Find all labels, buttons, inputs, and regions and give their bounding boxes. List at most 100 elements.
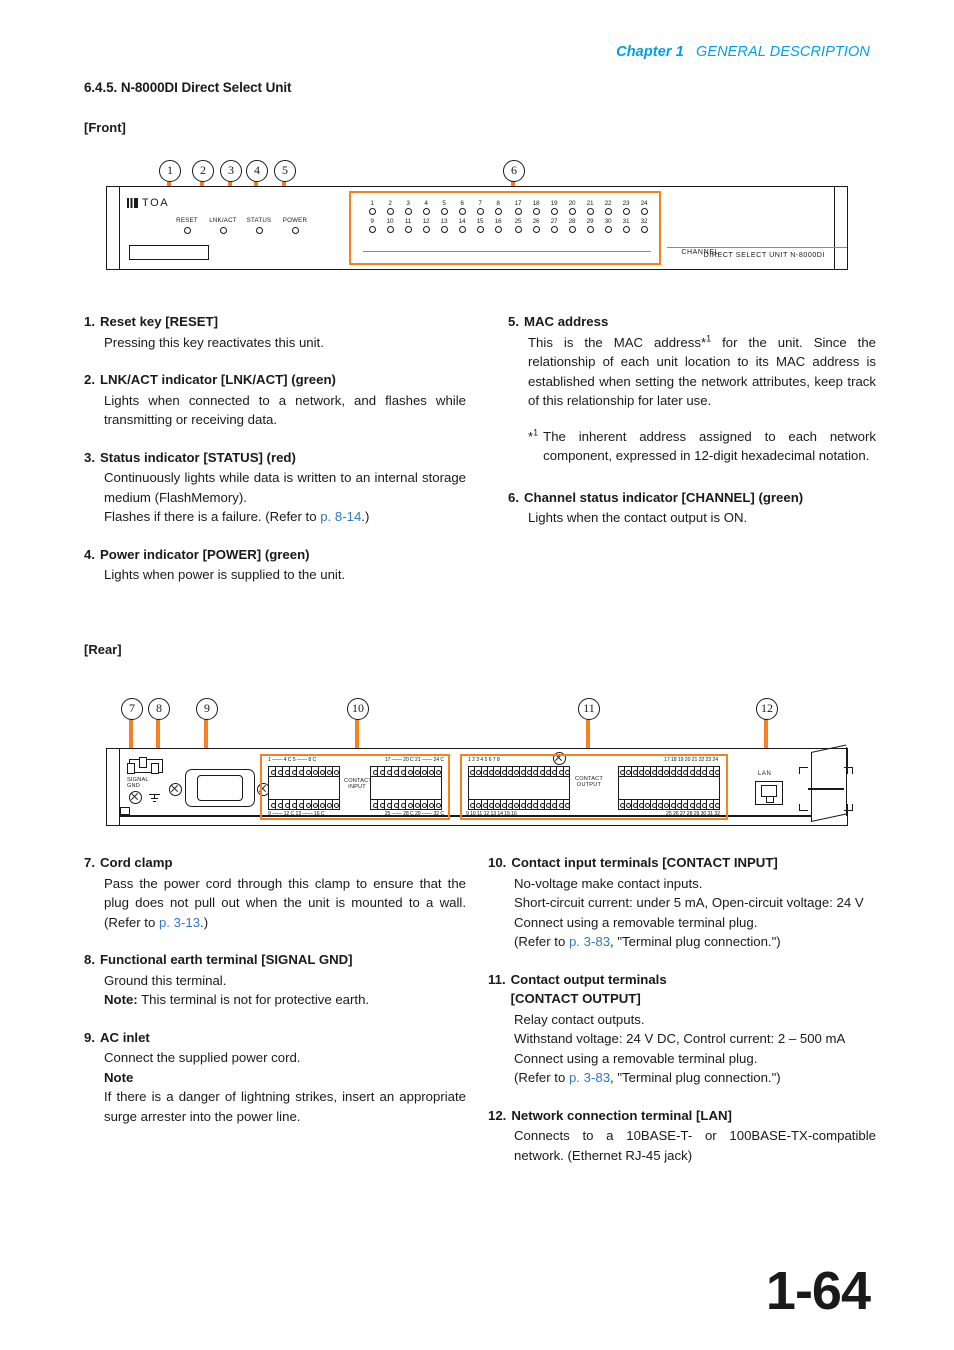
lan-rj45-jack[interactable]	[755, 781, 783, 805]
channel-led-25-label: 25	[514, 218, 522, 225]
item-3-number: 3.	[84, 449, 95, 465]
contact-input-terminal-block-1[interactable]	[268, 766, 340, 810]
callout-6: 6	[503, 160, 525, 182]
power-label: POWER	[282, 217, 308, 224]
rear-view-label: [Rear]	[84, 642, 122, 657]
lnkact-indicator: LNK/ACT	[205, 217, 241, 234]
mac-address-plate	[129, 245, 209, 260]
channel-led-row-2: 9 10 11 12 13 14 15 16	[363, 218, 507, 233]
item-11-title-line-1: Contact output terminals	[510, 971, 667, 987]
channel-led-20-label: 20	[568, 200, 576, 207]
contact-output-terminal-block-1[interactable]	[468, 766, 571, 810]
page-link-8-14[interactable]: p. 8-14	[320, 509, 361, 524]
item-3-body-line-2-post: .)	[361, 509, 370, 524]
channel-led-18-icon	[532, 208, 540, 215]
contact-output-terminal-block-2[interactable]	[618, 766, 721, 810]
channel-led-8: 8	[489, 200, 507, 215]
terminal-row-top	[469, 767, 571, 777]
channel-leds-1-16: 1 2 3 4 5 6 7 8 9 10 11 12 13 14 15 16	[363, 200, 507, 236]
callout-8: 8	[148, 698, 170, 720]
channel-led-26-label: 26	[532, 218, 540, 225]
item-3: 3. Status indicator [STATUS] (red) Conti…	[84, 448, 466, 527]
channel-led-7-icon	[476, 208, 484, 215]
contact-input-label: CONTACT INPUT	[344, 778, 373, 790]
front-description-left-column: 1. Reset key [RESET] Pressing this key r…	[84, 312, 466, 585]
item-9-body: Connect the supplied power cord. Note If…	[84, 1048, 466, 1126]
channel-led-31: 31	[617, 218, 635, 233]
channel-led-14-icon	[458, 226, 466, 233]
channel-led-16-icon	[494, 226, 502, 233]
panel-left-edge	[119, 187, 121, 269]
item-2-title: 2. LNK/ACT indicator [LNK/ACT] (green)	[84, 370, 466, 390]
lnkact-led-icon	[219, 227, 227, 234]
channel-led-25-icon	[514, 226, 522, 233]
channel-led-12-label: 12	[422, 218, 430, 225]
item-8-note-text: This terminal is not for protective eart…	[137, 992, 370, 1007]
channel-led-5-label: 5	[442, 200, 446, 207]
item-9-title-text: AC inlet	[100, 1029, 150, 1045]
channel-led-16: 16	[489, 218, 507, 233]
item-8-body-line-1: Ground this terminal.	[104, 972, 227, 988]
channel-led-14-label: 14	[458, 218, 466, 225]
channel-led-13-icon	[440, 226, 448, 233]
item-10-body-line-4-post: , "Terminal plug connection.")	[610, 934, 781, 949]
footnote-number: 1	[533, 427, 539, 438]
channel-led-28: 28	[563, 218, 581, 233]
page-link-3-83-input[interactable]: p. 3-83	[569, 934, 610, 949]
item-9-number: 9.	[84, 1029, 95, 1045]
channel-led-21-icon	[586, 208, 594, 215]
item-5-number: 5.	[508, 314, 519, 329]
channel-led-4-icon	[422, 208, 430, 215]
item-7-body-line: Pass the power cord through this clamp t…	[104, 874, 466, 933]
ac-inlet[interactable]	[185, 769, 255, 807]
item-12-number: 12.	[488, 1107, 507, 1123]
channel-led-6-label: 6	[460, 200, 464, 207]
channel-led-26: 26	[527, 218, 545, 233]
item-7: 7. Cord clamp Pass the power cord throug…	[84, 853, 466, 932]
page-link-3-83-output[interactable]: p. 3-83	[569, 1070, 610, 1085]
channel-led-9: 9	[363, 218, 381, 233]
channel-led-9-icon	[368, 226, 376, 233]
item-7-title-text: Cord clamp	[100, 855, 173, 870]
item-3-body: Continuously lights while data is writte…	[84, 468, 466, 527]
ac-pin-1-icon	[127, 763, 135, 774]
channel-led-19: 19	[545, 200, 563, 215]
contact-output-caption-top-right: 17 18 19 20 21 22 23 24	[664, 757, 718, 763]
chapter-header: Chapter 1 GENERAL DESCRIPTION	[616, 44, 870, 60]
channel-led-16-label: 16	[494, 218, 502, 225]
channel-indicator-field: 1 2 3 4 5 6 7 8 9 10 11 12 13 14 15 16 1…	[349, 191, 718, 265]
chapter-title: GENERAL DESCRIPTION	[695, 44, 870, 60]
contact-input-terminal-block-2[interactable]	[370, 766, 442, 810]
item-1-title: 1. Reset key [RESET]	[84, 312, 466, 332]
page-number: 1-64	[765, 1261, 871, 1321]
item-5-footnote-mark: *1	[528, 427, 538, 466]
channel-led-29-label: 29	[586, 218, 594, 225]
channel-led-12-icon	[422, 226, 430, 233]
channel-led-13-label: 13	[440, 218, 448, 225]
channel-led-32-icon	[640, 226, 648, 233]
channel-led-14: 14	[453, 218, 471, 233]
item-11-body-line-4: (Refer to p. 3-83, "Terminal plug connec…	[514, 1068, 876, 1088]
channel-led-2-label: 2	[388, 200, 392, 207]
item-5-body: This is the MAC address*1 for the unit. …	[508, 333, 876, 411]
channel-led-3-label: 3	[406, 200, 410, 207]
front-panel-body: TOA RESET LNK/ACT STATUS POWER 1 2 3 4 5…	[106, 186, 848, 270]
channel-led-26-icon	[532, 226, 540, 233]
channel-led-10-icon	[386, 226, 394, 233]
item-6: 6. Channel status indicator [CHANNEL] (g…	[508, 488, 876, 528]
page-link-3-13[interactable]: p. 3-13	[159, 915, 200, 930]
channel-led-31-label: 31	[622, 218, 630, 225]
channel-led-row-4: 25 26 27 28 29 30 31 32	[509, 218, 653, 233]
item-10-body-line-4-pre: (Refer to	[514, 934, 569, 949]
reset-key[interactable]: RESET	[169, 217, 205, 234]
reset-hole-icon[interactable]	[183, 227, 191, 234]
signal-gnd-terminal[interactable]	[129, 791, 142, 804]
channel-led-24-icon	[640, 208, 648, 215]
item-9-title: 9. AC inlet	[84, 1028, 466, 1048]
terminal-row-top	[371, 767, 442, 777]
terminal-row-top	[269, 767, 340, 777]
channel-led-20: 20	[563, 200, 581, 215]
channel-led-31-icon	[622, 226, 630, 233]
channel-led-30: 30	[599, 218, 617, 233]
item-11-title-text: Contact output terminals [CONTACT OUTPUT]	[511, 970, 876, 1009]
